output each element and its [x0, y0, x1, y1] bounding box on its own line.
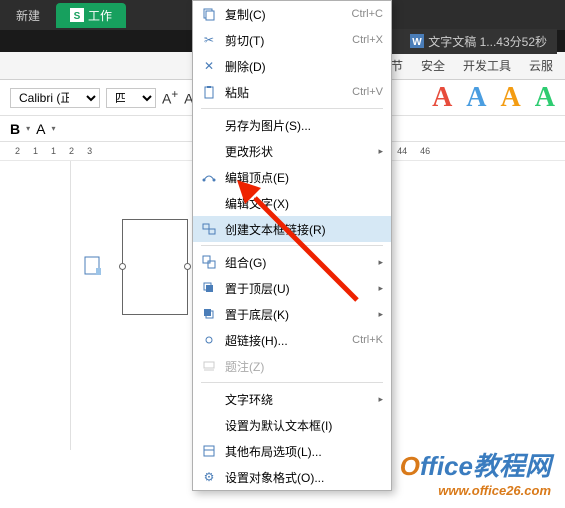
- menu-create-textbox-link[interactable]: 创建文本框链接(R): [193, 216, 391, 242]
- menu-group[interactable]: 组合(G) ▸: [193, 249, 391, 275]
- text-effect-a4[interactable]: A: [535, 82, 555, 114]
- group-icon: [201, 254, 217, 270]
- paste-icon: [201, 84, 217, 100]
- bringfront-icon: [201, 280, 217, 296]
- submenu-arrow-icon: ▸: [378, 394, 383, 405]
- delete-icon: ✕: [201, 58, 217, 74]
- menu-text-wrap[interactable]: 文字环绕 ▸: [193, 386, 391, 412]
- ribbon-devtools[interactable]: 开发工具: [463, 57, 511, 74]
- tab-worksheet[interactable]: S 工作: [56, 3, 126, 28]
- menu-paste[interactable]: 粘贴 Ctrl+V: [193, 79, 391, 105]
- menu-cut[interactable]: ✂ 剪切(T) Ctrl+X: [193, 27, 391, 53]
- menu-hyperlink[interactable]: 超链接(H)... Ctrl+K: [193, 327, 391, 353]
- spreadsheet-icon: S: [70, 8, 84, 22]
- font-family-select[interactable]: Calibri (正文): [10, 88, 100, 108]
- bold-dropdown-icon[interactable]: ▾: [26, 124, 30, 133]
- resize-handle-right[interactable]: [184, 263, 191, 270]
- menu-format-object[interactable]: ⚙ 设置对象格式(O)...: [193, 464, 391, 490]
- submenu-arrow-icon: ▸: [378, 257, 383, 268]
- menu-separator: [201, 382, 383, 383]
- new-button[interactable]: 新建: [8, 5, 48, 26]
- cut-icon: ✂: [201, 32, 217, 48]
- svg-text:S: S: [74, 11, 81, 22]
- ribbon-security[interactable]: 安全: [421, 57, 445, 74]
- word-icon: W: [410, 34, 424, 48]
- color-dropdown-icon[interactable]: ▾: [51, 124, 55, 133]
- editpoints-icon: [201, 169, 217, 185]
- menu-bring-front[interactable]: 置于顶层(U) ▸: [193, 275, 391, 301]
- menu-set-default-textbox[interactable]: 设置为默认文本框(I): [193, 412, 391, 438]
- text-effect-a3[interactable]: A: [501, 82, 521, 114]
- font-size-select[interactable]: 四号: [106, 88, 156, 108]
- textboxlink-icon: [201, 221, 217, 237]
- submenu-arrow-icon: ▸: [378, 146, 383, 157]
- menu-separator: [201, 245, 383, 246]
- tab-doc-label: 文字文稿 1...43分52秒: [428, 33, 547, 50]
- text-effect-a1[interactable]: A: [432, 82, 452, 114]
- text-color-button[interactable]: A: [36, 121, 45, 137]
- menu-separator: [201, 108, 383, 109]
- gear-icon: ⚙: [201, 469, 217, 485]
- resize-handle-left[interactable]: [119, 263, 126, 270]
- copy-icon: [201, 6, 217, 22]
- menu-edit-points[interactable]: 编辑顶点(E): [193, 164, 391, 190]
- hyperlink-icon: [201, 332, 217, 348]
- menu-edit-text[interactable]: 编辑文字(X): [193, 190, 391, 216]
- menu-more-layout[interactable]: 其他布局选项(L)...: [193, 438, 391, 464]
- menu-delete[interactable]: ✕ 删除(D): [193, 53, 391, 79]
- caption-icon: [201, 358, 217, 374]
- menu-send-back[interactable]: 置于底层(K) ▸: [193, 301, 391, 327]
- submenu-arrow-icon: ▸: [378, 309, 383, 320]
- text-effect-a2[interactable]: A: [466, 82, 486, 114]
- selected-textbox[interactable]: [122, 219, 188, 315]
- menu-caption: 题注(Z): [193, 353, 391, 379]
- sendback-icon: [201, 306, 217, 322]
- menu-save-as-picture[interactable]: 另存为图片(S)...: [193, 112, 391, 138]
- ribbon-cloud[interactable]: 云服: [529, 57, 553, 74]
- submenu-arrow-icon: ▸: [378, 283, 383, 294]
- paste-indicator-icon[interactable]: [84, 256, 102, 276]
- grow-font-icon[interactable]: A+: [162, 88, 178, 107]
- menu-copy[interactable]: 复制(C) Ctrl+C: [193, 1, 391, 27]
- page-margin: [70, 161, 71, 450]
- svg-text:W: W: [413, 37, 423, 48]
- layout-icon: [201, 443, 217, 459]
- bold-button[interactable]: B: [10, 121, 20, 137]
- context-menu: 复制(C) Ctrl+C ✂ 剪切(T) Ctrl+X ✕ 删除(D) 粘贴 C…: [192, 0, 392, 491]
- menu-change-shape[interactable]: 更改形状 ▸: [193, 138, 391, 164]
- tab-document[interactable]: W 文字文稿 1...43分52秒: [400, 29, 557, 54]
- tab-label: 工作: [88, 7, 112, 24]
